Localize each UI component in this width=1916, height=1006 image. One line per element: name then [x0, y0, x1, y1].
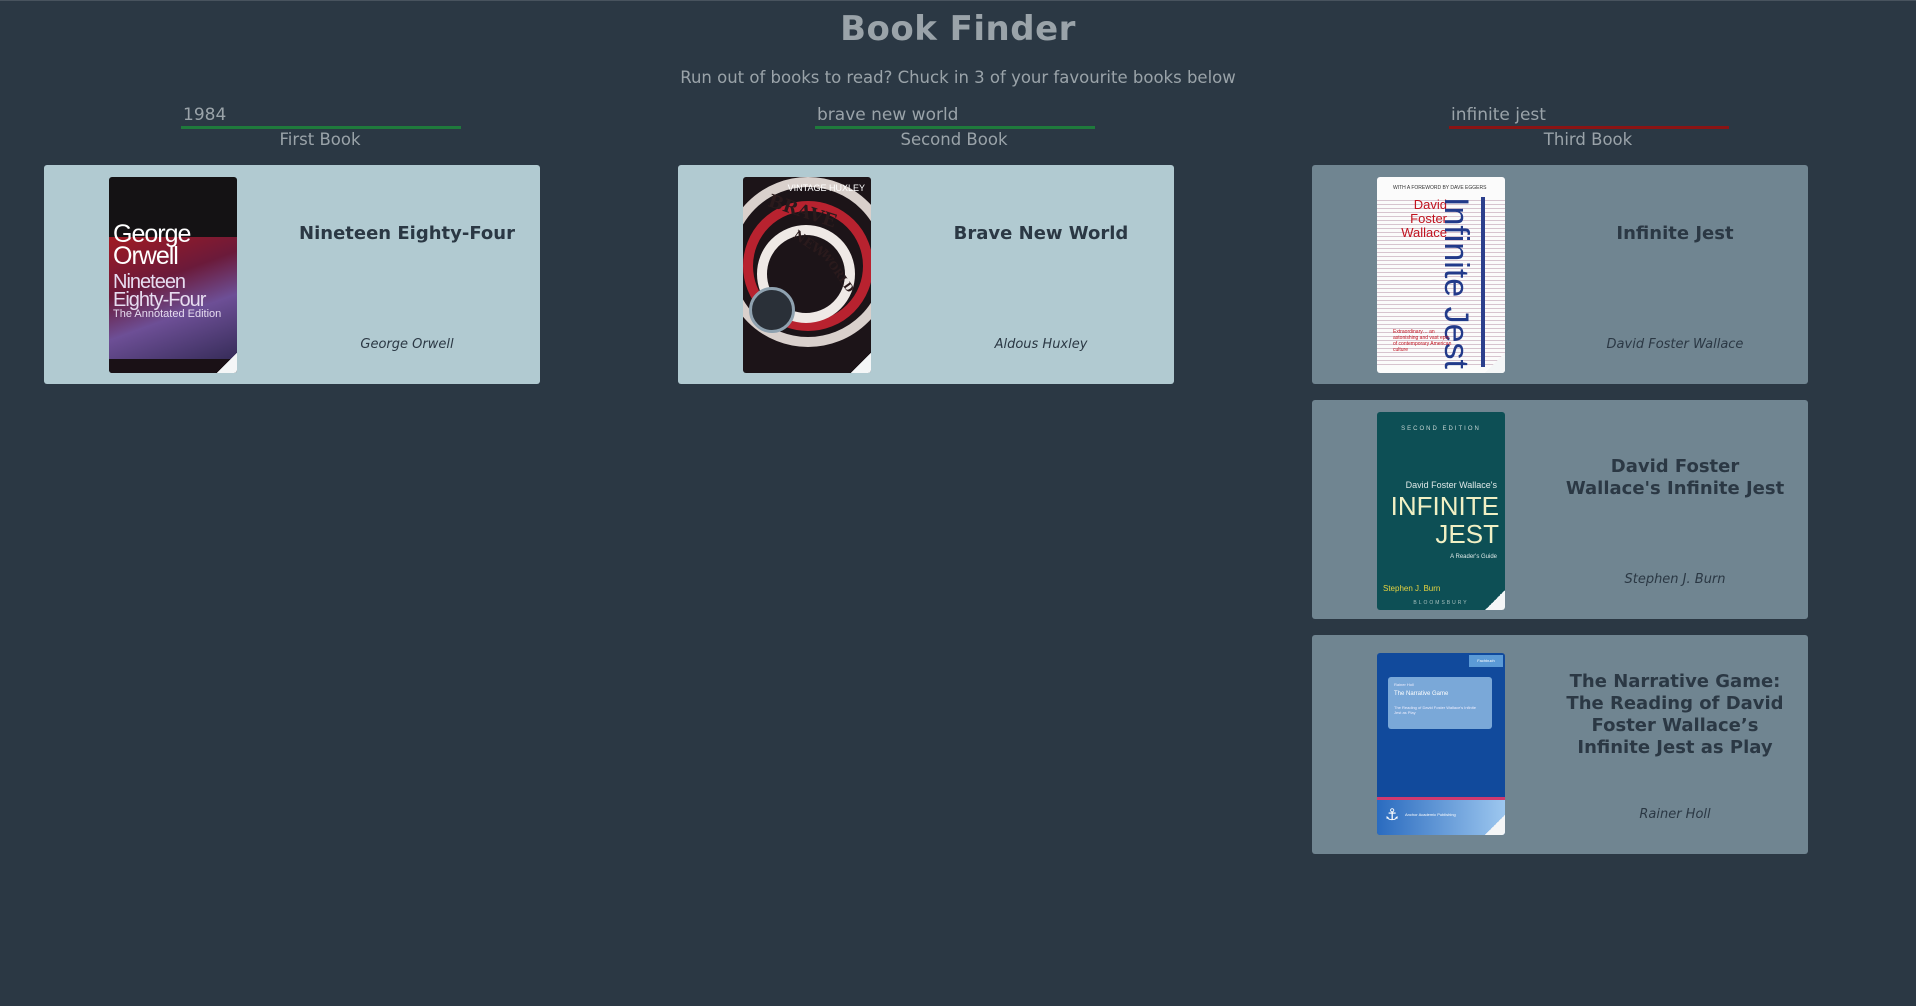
page-curl-icon: [1485, 815, 1505, 835]
third-book-label: Third Book: [1543, 130, 1633, 149]
third-book-input[interactable]: [1449, 104, 1729, 129]
book-column-first: First Book George Orwell Nineteen Eighty…: [44, 101, 540, 384]
cover-text: George Orwell: [113, 220, 191, 270]
book-column-third: Third Book WITH A FOREWORD BY DAVE EGGER…: [1312, 101, 1808, 854]
search-field-group: Second Book: [678, 101, 1174, 165]
cover-text: David Foster Wallace's: [1405, 480, 1497, 490]
search-field-group: Third Book: [1312, 101, 1808, 165]
cover-text: The Annotated Edition: [113, 308, 222, 320]
book-card[interactable]: George Orwell Nineteen Eighty-Four The A…: [44, 165, 540, 384]
cover-text: WITH A FOREWORD BY DAVE EGGERS: [1393, 185, 1487, 191]
book-author: Stephen J. Burn: [1624, 572, 1726, 587]
book-card[interactable]: VINTAGE HUXLEY BRAVE NEW WORLD Brave New…: [678, 165, 1174, 384]
cover-text: Anchor Academic Publishing: [1405, 812, 1456, 817]
book-title: Nineteen Eighty-Four: [299, 223, 515, 244]
book-title: Infinite Jest: [1616, 223, 1734, 244]
cover-text: Nineteen Eighty-Four: [113, 271, 206, 311]
book-cover-image: WITH A FOREWORD BY DAVE EGGERS David Fos…: [1377, 177, 1505, 373]
page-curl-icon: [851, 353, 871, 373]
book-title: David Foster Wallace's Infinite Jest: [1565, 456, 1785, 499]
cover-text: The Reading of David Foster Wallace's In…: [1394, 705, 1476, 715]
book-cover-image: VINTAGE HUXLEY BRAVE NEW WORLD: [743, 177, 871, 373]
cover-text: INFINITE JEST: [1390, 491, 1499, 549]
page-curl-icon: [217, 353, 237, 373]
book-author: Aldous Huxley: [994, 337, 1088, 352]
book-cover-image: SECOND EDITION David Foster Wallace's IN…: [1377, 412, 1505, 610]
book-author: George Orwell: [360, 337, 454, 352]
book-author: David Foster Wallace: [1606, 337, 1744, 352]
search-field-group: First Book: [44, 101, 540, 165]
page-curl-icon: [1485, 353, 1505, 373]
cover-text: The Narrative Game: [1394, 691, 1449, 697]
book-cover-image: George Orwell Nineteen Eighty-Four The A…: [109, 177, 237, 373]
book-title: The Narrative Game: The Reading of David…: [1566, 671, 1784, 758]
page-subtitle: Run out of books to read? Chuck in 3 of …: [680, 68, 1236, 87]
cover-text: SECOND EDITION: [1401, 426, 1481, 432]
page-title: Book Finder: [840, 9, 1076, 49]
cover-text: Rainer Holl: [1394, 682, 1414, 687]
cover-text: VINTAGE HUXLEY: [787, 183, 865, 193]
book-cover-image: Fachbuch Rainer Holl The Narrative Game …: [1377, 653, 1505, 835]
book-column-second: Second Book VINTAGE HUXLEY BRAVE NEW WOR…: [678, 101, 1174, 384]
page-curl-icon: [1485, 590, 1505, 610]
book-card[interactable]: SECOND EDITION David Foster Wallace's IN…: [1312, 400, 1808, 619]
book-title: Brave New World: [953, 223, 1129, 244]
first-book-label: First Book: [279, 130, 361, 149]
results-list: WITH A FOREWORD BY DAVE EGGERS David Fos…: [1312, 165, 1808, 870]
first-book-input[interactable]: [181, 104, 461, 129]
results-list: VINTAGE HUXLEY BRAVE NEW WORLD Brave New…: [678, 165, 1174, 400]
second-book-label: Second Book: [900, 130, 1008, 149]
cover-text: Stephen J. Burn: [1383, 584, 1441, 593]
second-book-input[interactable]: [815, 104, 1095, 129]
cover-text: Fachbuch: [1469, 655, 1503, 667]
cover-text: Extraordinary… an astonishing and vast e…: [1393, 329, 1452, 353]
book-card[interactable]: WITH A FOREWORD BY DAVE EGGERS David Fos…: [1312, 165, 1808, 384]
book-card[interactable]: Fachbuch Rainer Holl The Narrative Game …: [1312, 635, 1808, 854]
book-author: Rainer Holl: [1639, 807, 1711, 822]
anchor-icon: ⚓: [1385, 805, 1400, 824]
cover-text: A Reader's Guide: [1450, 554, 1497, 560]
results-list: George Orwell Nineteen Eighty-Four The A…: [44, 165, 540, 400]
